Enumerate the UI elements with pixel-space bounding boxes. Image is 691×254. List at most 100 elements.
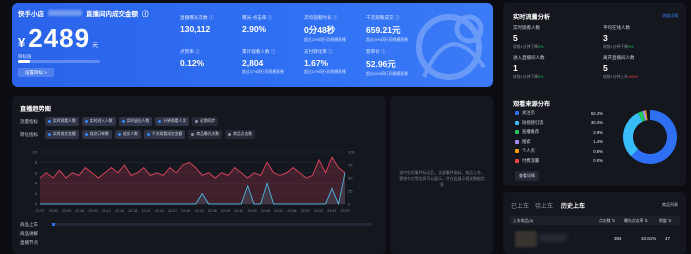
donut-slice[interactable]: [638, 111, 646, 122]
source-name: 直播推荐: [522, 129, 540, 134]
metric-value: 2,804: [242, 58, 264, 68]
realtime-metric: 实时观看人数 5 较前1分钟下降0%: [513, 25, 593, 50]
series-area: [40, 157, 345, 204]
live-gmv-card: 快手小店 直播间内成交金额 ⓘ ¥2489 元 目标值 设置目标 > 直播曝光次数…: [12, 3, 493, 87]
metric-chip[interactable]: 成交订单数: [81, 130, 112, 139]
source-row: 付费流量 0.0%: [515, 158, 603, 164]
metric-value: 3: [603, 33, 608, 43]
chip-dot: [195, 120, 199, 123]
chip-dot: [84, 120, 88, 123]
metric-chip[interactable]: 实时观看人数: [45, 117, 79, 126]
metric-label: 次均观看时长 ⓘ: [304, 15, 338, 20]
x-tick-label: 23:07: [341, 209, 350, 213]
chip-label: 实时观看人数: [53, 119, 76, 123]
blurred-product-name: [539, 234, 567, 242]
cart-timeline: [52, 223, 372, 226]
hero-metric: 曝光-点击率 ⓘ 2.90%: [242, 15, 302, 36]
source-row: 关注页 62.4%: [515, 110, 603, 116]
source-pct: 0.8%: [593, 148, 603, 154]
y-tick-label: 10: [33, 150, 38, 155]
source-donut-chart[interactable]: [619, 106, 681, 168]
realtime-metric: 离开直播间人数 5 较前1分钟上升400%: [603, 55, 683, 80]
metric-chip[interactable]: 实时进入人数: [81, 117, 116, 126]
metric-change: 较前1分钟下降0%: [603, 45, 634, 49]
x-tick-label: 22:57: [301, 209, 310, 213]
x-tick-label: 22:48: [261, 209, 270, 213]
chip-label: 商品曝光次数: [196, 132, 220, 136]
hero-metric: 次均观看时长 ⓘ 0分48秒 超过23%同行同规模直播: [304, 15, 364, 43]
metric-change: 较前1分钟下降0%: [513, 45, 544, 49]
title-suffix: 直播间内成交金额: [86, 11, 138, 18]
product-thumbnail[interactable]: [515, 231, 537, 247]
hero-metric: 千次观看成交 ⓘ 659.21元 超过59%同行同规模直播: [366, 15, 426, 43]
event-detail-panel: 选中实时事件标记后，全部事件指标、商品上车、营销节点等信息可以展示，并在此展示相…: [390, 96, 493, 254]
brand-name: 快手小店: [18, 11, 44, 18]
x-tick-label: 22:39: [221, 209, 230, 213]
metric-chip[interactable]: 商品曝光次数: [188, 130, 223, 139]
col-sales[interactable]: 销量 ⇅: [659, 218, 671, 224]
row-clicks: 384: [614, 236, 622, 241]
cart-tab[interactable]: 历史上车: [561, 201, 585, 210]
chip-label: 分钟观看人次: [163, 119, 187, 123]
chip-label: 实时退出人数: [126, 119, 150, 123]
y2-tick-label: 25: [348, 189, 353, 194]
source-name: 付费流量: [522, 157, 540, 163]
hero-metric: 支付转化率 ⓘ 1.67% 超过47%同行同规模直播: [304, 49, 364, 75]
card-title: 快手小店 直播间内成交金额 ⓘ: [18, 8, 149, 18]
set-target-button[interactable]: 设置目标 >: [18, 68, 54, 77]
metric-chip[interactable]: 商品点击数: [225, 130, 256, 139]
chip-label: 近期同步: [200, 119, 216, 123]
row-ctr: 10.81%: [641, 236, 657, 241]
realtime-traffic-panel: 实时流量分析 流量详情 实时观看人数 5 较前1分钟下降0% 平均在线人数 3 较…: [503, 3, 686, 186]
source-row: 直播推荐 2.8%: [515, 129, 603, 135]
metric-label: 直播曝光次数 ⓘ: [180, 15, 214, 20]
x-tick-label: 22:51: [274, 209, 283, 213]
metric-chip[interactable]: 实时成交金额: [45, 130, 79, 139]
cart-tab[interactable]: 待上车: [535, 201, 553, 210]
metric-chip[interactable]: 分钟观看人次: [155, 117, 190, 126]
source-pct: 0.0%: [593, 158, 603, 163]
donut-slice[interactable]: [623, 112, 643, 157]
y-tick-label: 6: [35, 170, 38, 175]
info-icon[interactable]: ⓘ: [142, 8, 149, 18]
x-tick-label: 22:54: [287, 209, 296, 213]
col-product: 上车商品(3): [513, 218, 534, 223]
cart-marker[interactable]: [52, 223, 55, 226]
source-pct: 30.3%: [590, 120, 603, 125]
chip-dot: [191, 133, 195, 136]
x-tick-label: 22:24: [155, 209, 164, 213]
x-tick-label: 22:36: [208, 209, 217, 213]
cart-tab[interactable]: 已上车: [511, 201, 529, 210]
source-detail-button[interactable]: 查看详情: [515, 171, 539, 181]
chip-dot: [146, 133, 150, 136]
traffic-detail-link[interactable]: 流量详情: [662, 13, 678, 19]
metric-label: 支付转化率 ⓘ: [304, 49, 333, 54]
col-ctr[interactable]: 曝光点击率 ⇅: [624, 218, 648, 224]
y-tick-label: 0: [35, 202, 38, 207]
chip-label: 成交人数: [122, 132, 138, 136]
source-name: 短视频引流: [522, 119, 544, 125]
metric-chip[interactable]: 实时退出人数: [118, 117, 153, 126]
product-list-link[interactable]: 商品列表: [662, 202, 678, 208]
metric-chip[interactable]: 近期同步: [192, 117, 219, 126]
metric-sub: 超过59%同行同规模直播: [366, 38, 408, 42]
row-sales: 47: [665, 236, 671, 241]
metric-chip[interactable]: 成交人数: [114, 130, 141, 139]
chip-dot: [228, 133, 232, 136]
trend-chart[interactable]: 0246810025507510021:57 22:00 22:03 22:06 22:…: [20, 148, 365, 214]
source-pct: 1.4%: [593, 139, 603, 144]
metric-value: 130,112: [180, 24, 211, 34]
cart-products-panel: 已上车 待上车 历史上车 商品列表 上车商品(3) 点击数 ⇅ 曝光点击率 ⇅ 销量…: [503, 192, 686, 254]
col-clicks[interactable]: 点击数 ⇅: [599, 218, 615, 224]
metric-label: 点赞率 ⓘ: [180, 49, 200, 54]
product-on-cart-row: 商品上车: [20, 222, 38, 227]
metric-value: 659.21元: [366, 25, 401, 35]
metric-value: 5: [603, 63, 608, 73]
metric-chip[interactable]: 千次观看成交金额: [143, 130, 186, 139]
live-node-row: 直播节点: [20, 240, 38, 245]
gmv-amount: ¥2489 元: [18, 23, 100, 53]
realtime-metric: 平均在线人数 3 较前1分钟下降0%: [603, 25, 683, 50]
chip-dot: [158, 120, 162, 123]
x-tick-label: 23:03: [327, 209, 336, 213]
source-name: 搜索: [522, 138, 531, 144]
